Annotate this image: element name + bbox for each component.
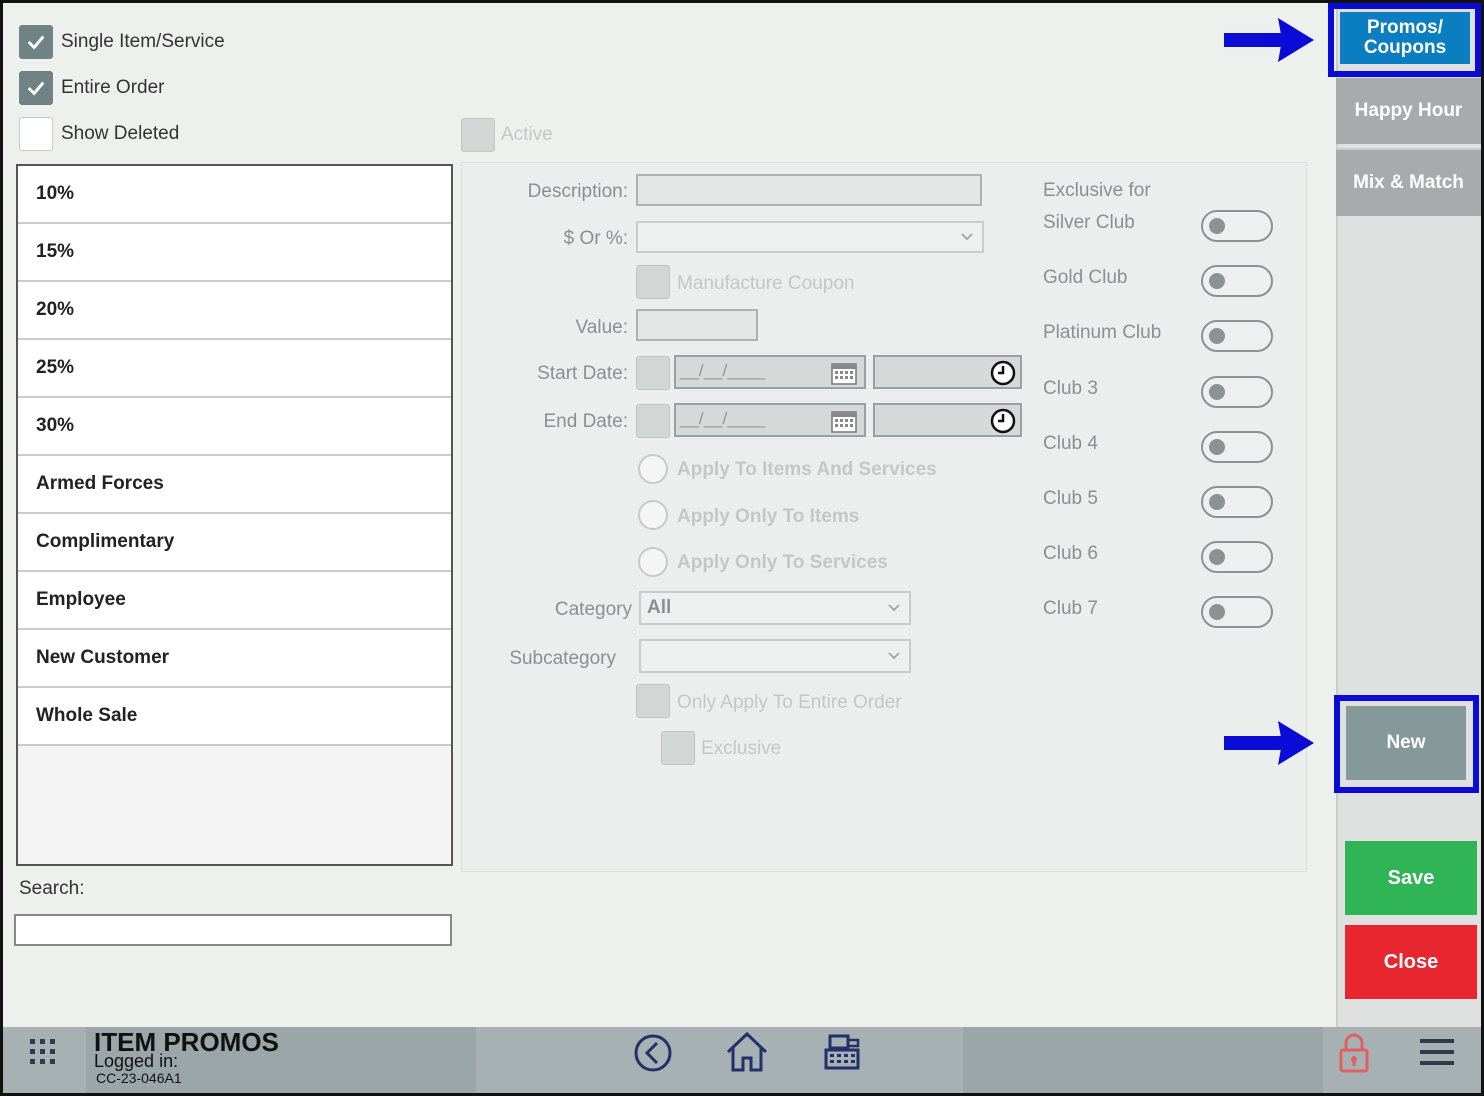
dollar-or-percent-label: $ Or %: [563, 228, 628, 249]
club-label: Club 5 [1043, 488, 1098, 509]
club-label: Club 3 [1043, 378, 1098, 399]
checkbox-checked-icon [19, 71, 53, 105]
checkbox-checked-icon [19, 25, 53, 59]
list-item[interactable]: 30% [18, 398, 451, 456]
calendar-icon[interactable] [830, 408, 858, 434]
chevron-down-icon [888, 604, 900, 612]
description-label: Description: [527, 181, 628, 202]
apply-only-items-label: Apply Only To Items [677, 506, 860, 527]
calendar-icon[interactable] [830, 360, 858, 386]
manufacture-coupon-checkbox[interactable] [636, 265, 670, 299]
start-date-field[interactable]: __/__/____ [674, 355, 866, 389]
new-button[interactable]: New [1346, 706, 1466, 780]
active-checkbox[interactable]: Active [461, 118, 553, 152]
club-label: Silver Club [1043, 212, 1135, 233]
arrow-right-icon [1224, 721, 1314, 765]
end-date-checkbox[interactable] [636, 404, 670, 438]
search-label: Search: [19, 878, 85, 899]
promo-list: 10% 15% 20% 25% 30% Armed Forces Complim… [16, 164, 453, 866]
list-item[interactable]: 15% [18, 224, 451, 282]
exclusive-checkbox[interactable] [661, 731, 695, 765]
apply-items-services-radio[interactable] [638, 454, 668, 484]
happy-hour-button[interactable]: Happy Hour [1336, 78, 1481, 144]
entire-order-label: Entire Order [61, 77, 165, 98]
apply-items-services-label: Apply To Items And Services [677, 459, 937, 480]
lock-icon[interactable] [1338, 1032, 1370, 1074]
list-item[interactable]: New Customer [18, 630, 451, 688]
gold-club-toggle[interactable] [1201, 265, 1273, 297]
list-item[interactable]: 20% [18, 282, 451, 340]
arrow-right-icon [1224, 18, 1314, 62]
only-entire-order-checkbox[interactable] [636, 684, 670, 718]
show-deleted-checkbox[interactable]: Show Deleted [19, 117, 179, 151]
club-label: Gold Club [1043, 267, 1128, 288]
start-date-label: Start Date: [537, 363, 628, 384]
apply-only-services-label: Apply Only To Services [677, 552, 888, 573]
description-field[interactable] [636, 174, 982, 206]
end-time-field[interactable] [873, 403, 1022, 437]
manufacture-coupon-label: Manufacture Coupon [677, 273, 855, 294]
active-label: Active [501, 124, 553, 145]
list-item[interactable]: 25% [18, 340, 451, 398]
back-icon[interactable] [632, 1032, 674, 1074]
clock-icon[interactable] [990, 408, 1016, 434]
club-label: Club 6 [1043, 543, 1098, 564]
category-label: Category [554, 599, 632, 620]
list-item[interactable]: Complimentary [18, 514, 451, 572]
club-7-toggle[interactable] [1201, 596, 1273, 628]
close-button[interactable]: Close [1345, 925, 1477, 999]
subcategory-select[interactable] [639, 639, 911, 673]
chevron-down-icon [888, 652, 900, 660]
mix-match-button[interactable]: Mix & Match [1336, 148, 1481, 216]
chevron-down-icon [961, 233, 973, 241]
single-item-service-checkbox[interactable]: Single Item/Service [19, 25, 225, 59]
list-item[interactable]: 10% [18, 166, 451, 224]
hamburger-menu-icon[interactable] [1418, 1036, 1456, 1068]
clock-icon[interactable] [990, 360, 1016, 386]
exclusive-for-heading: Exclusive for [1043, 180, 1151, 201]
start-time-field[interactable] [873, 355, 1022, 389]
list-item[interactable]: Whole Sale [18, 688, 451, 746]
category-select[interactable]: All [639, 591, 911, 625]
apply-only-services-radio[interactable] [638, 547, 668, 577]
show-deleted-label: Show Deleted [61, 123, 180, 144]
single-item-service-label: Single Item/Service [61, 31, 225, 52]
save-button[interactable]: Save [1345, 841, 1477, 915]
list-item[interactable]: Armed Forces [18, 456, 451, 514]
club-5-toggle[interactable] [1201, 486, 1273, 518]
dollar-or-percent-select[interactable] [636, 221, 984, 253]
club-6-toggle[interactable] [1201, 541, 1273, 573]
only-entire-order-label: Only Apply To Entire Order [677, 692, 902, 713]
club-label: Platinum Club [1043, 322, 1162, 343]
end-date-field[interactable]: __/__/____ [674, 403, 866, 437]
checkbox-disabled-icon [461, 118, 495, 152]
end-date-label: End Date: [543, 411, 629, 432]
category-value: All [647, 597, 672, 618]
logged-in-label: Logged in: [94, 1051, 179, 1071]
apply-only-items-radio[interactable] [638, 500, 668, 530]
end-date-placeholder: __/__/____ [680, 409, 766, 428]
station-id: CC-23-046A1 [96, 1070, 182, 1086]
promos-coupons-button[interactable]: Promos/ Coupons [1340, 12, 1470, 64]
platinum-club-toggle[interactable] [1201, 320, 1273, 352]
start-date-placeholder: __/__/____ [680, 361, 766, 380]
cash-register-icon[interactable] [820, 1030, 864, 1074]
home-icon[interactable] [724, 1030, 770, 1074]
search-input[interactable] [14, 914, 452, 946]
start-date-checkbox[interactable] [636, 356, 670, 390]
club-label: Club 7 [1043, 598, 1098, 619]
club-4-toggle[interactable] [1201, 431, 1273, 463]
value-label: Value: [575, 317, 628, 338]
club-label: Club 4 [1043, 433, 1098, 454]
club-3-toggle[interactable] [1201, 376, 1273, 408]
value-field[interactable] [636, 309, 758, 341]
promo-detail-panel [461, 162, 1307, 872]
checkbox-unchecked-icon [19, 117, 53, 151]
entire-order-checkbox[interactable]: Entire Order [19, 71, 164, 105]
apps-grid-icon[interactable] [28, 1037, 58, 1067]
exclusive-label: Exclusive [701, 738, 782, 759]
silver-club-toggle[interactable] [1201, 210, 1273, 242]
list-item[interactable]: Employee [18, 572, 451, 630]
subcategory-label: Subcategory [509, 648, 616, 669]
